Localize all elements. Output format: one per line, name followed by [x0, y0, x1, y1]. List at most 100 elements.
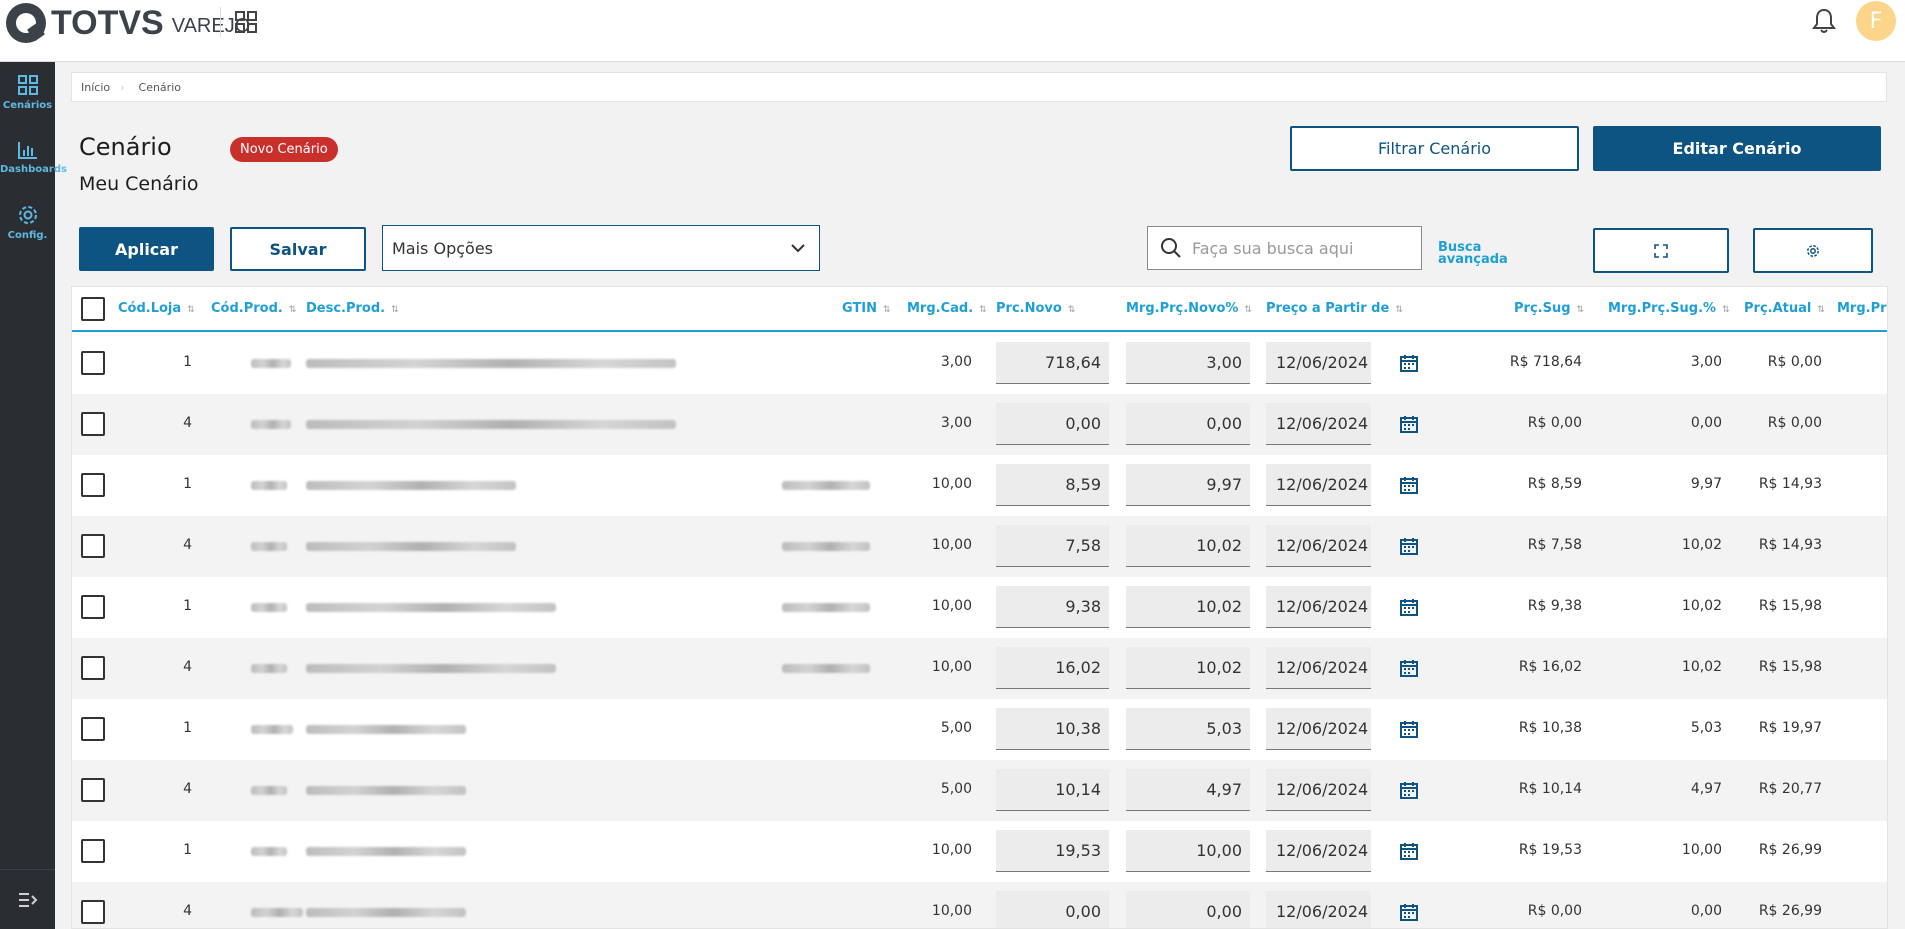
table-row[interactable]: 4 10,00 0,00 0,00 12/06/2024 R$ 0,00 0,00 R$ 26… [72, 882, 1887, 928]
save-button[interactable]: Salvar [230, 227, 366, 271]
calendar-icon[interactable] [1399, 902, 1419, 922]
mrg-novo-input[interactable]: 9,97 [1126, 464, 1250, 506]
column-header-mrg-prc-sug[interactable]: Mrg.Prç.Sug.% ⇅ [1608, 301, 1730, 316]
date-input[interactable]: 12/06/2024 [1266, 403, 1371, 445]
fullscreen-button[interactable] [1593, 228, 1729, 273]
column-header-mrg-prc-novo[interactable]: Mrg.Prç.Novo% ⇅ [1126, 301, 1252, 316]
prc-novo-input[interactable]: 8,59 [996, 464, 1109, 506]
select-all-checkbox[interactable] [81, 297, 105, 321]
column-header-prc-novo[interactable]: Prc.Novo ⇅ [996, 301, 1075, 316]
prc-novo-input[interactable]: 9,38 [996, 586, 1109, 628]
row-checkbox[interactable] [81, 473, 105, 497]
row-checkbox[interactable] [81, 595, 105, 619]
calendar-icon[interactable] [1399, 658, 1419, 678]
edit-scenario-button[interactable]: Editar Cenário [1593, 126, 1881, 171]
row-checkbox[interactable] [81, 412, 105, 436]
date-input[interactable]: 12/06/2024 [1266, 525, 1371, 567]
brand-logo[interactable]: TOTVS VAREJO [6, 3, 250, 43]
prc-novo-input[interactable]: 16,02 [996, 647, 1109, 689]
sidebar-item-dashboards[interactable]: Dashboards [0, 140, 67, 175]
breadcrumb-home[interactable]: Início [81, 81, 110, 94]
table-row[interactable]: 1 3,00 718,64 3,00 12/06/2024 R$ 718,64 3,00 R$… [72, 333, 1887, 394]
prc-novo-input[interactable]: 718,64 [996, 342, 1109, 384]
table-settings-button[interactable] [1753, 228, 1873, 273]
column-header-product[interactable]: Cód.Prod. ⇅ [211, 301, 296, 316]
mrg-novo-input[interactable]: 10,02 [1126, 586, 1250, 628]
date-input[interactable]: 12/06/2024 [1266, 647, 1371, 689]
prc-novo-input[interactable]: 0,00 [996, 403, 1109, 445]
table-row[interactable]: 4 5,00 10,14 4,97 12/06/2024 R$ 10,14 4,97 R$ 2… [72, 760, 1887, 821]
date-input[interactable]: 12/06/2024 [1266, 769, 1371, 811]
mrg-novo-input[interactable]: 5,03 [1126, 708, 1250, 750]
cell-store: 1 [183, 842, 192, 858]
gear-icon [18, 206, 37, 224]
table-row[interactable]: 1 10,00 9,38 10,02 12/06/2024 R$ 9,38 10,02 R$ … [72, 577, 1887, 638]
breadcrumb: Início › Cenário [71, 72, 1887, 102]
date-input[interactable]: 12/06/2024 [1266, 830, 1371, 872]
row-checkbox[interactable] [81, 839, 105, 863]
prc-novo-input[interactable]: 0,00 [996, 891, 1109, 928]
user-avatar[interactable]: F [1856, 1, 1896, 41]
column-header-store[interactable]: Cód.Loja ⇅ [118, 301, 195, 316]
column-header-desc[interactable]: Desc.Prod. ⇅ [306, 301, 399, 316]
row-checkbox[interactable] [81, 900, 105, 924]
row-checkbox[interactable] [81, 778, 105, 802]
filter-scenario-button[interactable]: Filtrar Cenário [1290, 126, 1579, 171]
row-checkbox[interactable] [81, 351, 105, 375]
prc-novo-input[interactable]: 10,14 [996, 769, 1109, 811]
redacted-description [306, 542, 516, 551]
mrg-novo-input[interactable]: 10,02 [1126, 525, 1250, 567]
mrg-novo-input[interactable]: 4,97 [1126, 769, 1250, 811]
prc-novo-input[interactable]: 10,38 [996, 708, 1109, 750]
column-header-prc-sug[interactable]: Prç.Sug ⇅ [1514, 301, 1584, 316]
column-header-from-date[interactable]: Preço a Partir de ⇅ [1266, 301, 1403, 316]
search-input[interactable]: Faça sua busca aqui [1147, 226, 1422, 270]
date-input[interactable]: 12/06/2024 [1266, 708, 1371, 750]
calendar-icon[interactable] [1399, 353, 1419, 373]
table-row[interactable]: 1 10,00 19,53 10,00 12/06/2024 R$ 19,53 10,00 R… [72, 821, 1887, 882]
table-row[interactable]: 4 10,00 7,58 10,02 12/06/2024 R$ 7,58 10,02 R$ … [72, 516, 1887, 577]
mrg-novo-input[interactable]: 10,00 [1126, 830, 1250, 872]
calendar-icon[interactable] [1399, 841, 1419, 861]
prc-novo-input[interactable]: 19,53 [996, 830, 1109, 872]
calendar-icon[interactable] [1399, 414, 1419, 434]
date-input[interactable]: 12/06/2024 [1266, 891, 1371, 928]
cell-store: 4 [183, 415, 192, 431]
advanced-search-link[interactable]: Busca avançada [1438, 241, 1508, 266]
bar-chart-icon [17, 142, 37, 159]
table-row[interactable]: 4 3,00 0,00 0,00 12/06/2024 R$ 0,00 0,00 R$ 0,0… [72, 394, 1887, 455]
cell-mrg-sug: 0,00 [1690, 903, 1722, 919]
date-input[interactable]: 12/06/2024 [1266, 464, 1371, 506]
column-header-prc-atual[interactable]: Prç.Atual ⇅ [1744, 301, 1825, 316]
calendar-icon[interactable] [1399, 780, 1419, 800]
table-row[interactable]: 1 10,00 8,59 9,97 12/06/2024 R$ 8,59 9,97 R$ 14… [72, 455, 1887, 516]
sidebar-item-config[interactable]: Config. [0, 204, 55, 241]
mrg-novo-input[interactable]: 0,00 [1126, 891, 1250, 928]
sidebar-collapse-button[interactable] [0, 869, 55, 929]
notification-bell-icon[interactable] [1812, 8, 1840, 36]
mrg-novo-input[interactable]: 0,00 [1126, 403, 1250, 445]
row-checkbox[interactable] [81, 534, 105, 558]
calendar-icon[interactable] [1399, 536, 1419, 556]
mrg-novo-input[interactable]: 3,00 [1126, 342, 1250, 384]
column-header-mrg-cad[interactable]: Mrg.Cad. ⇅ [907, 301, 987, 316]
apply-button[interactable]: Aplicar [79, 227, 214, 271]
calendar-icon[interactable] [1399, 475, 1419, 495]
column-header-gtin[interactable]: GTIN ⇅ [842, 301, 891, 316]
date-input[interactable]: 12/06/2024 [1266, 342, 1371, 384]
more-options-select[interactable]: Mais Opções [382, 225, 820, 271]
row-checkbox[interactable] [81, 717, 105, 741]
row-checkbox[interactable] [81, 656, 105, 680]
sidebar-item-cenarios[interactable]: Cenários [0, 74, 55, 111]
mrg-novo-input[interactable]: 10,02 [1126, 647, 1250, 689]
table-row[interactable]: 4 10,00 16,02 10,02 12/06/2024 R$ 16,02 10,02 R… [72, 638, 1887, 699]
table-row[interactable]: 1 5,00 10,38 5,03 12/06/2024 R$ 10,38 5,03 R$ 1… [72, 699, 1887, 760]
redacted-gtin [782, 542, 870, 551]
date-input[interactable]: 12/06/2024 [1266, 586, 1371, 628]
calendar-icon[interactable] [1399, 597, 1419, 617]
prc-novo-input[interactable]: 7,58 [996, 525, 1109, 567]
cell-mrg-cad: 10,00 [931, 476, 972, 492]
calendar-icon[interactable] [1399, 719, 1419, 739]
apps-grid-icon[interactable] [220, 7, 270, 37]
column-header-mrg-prc[interactable]: Mrg.Prç [1837, 301, 1887, 316]
